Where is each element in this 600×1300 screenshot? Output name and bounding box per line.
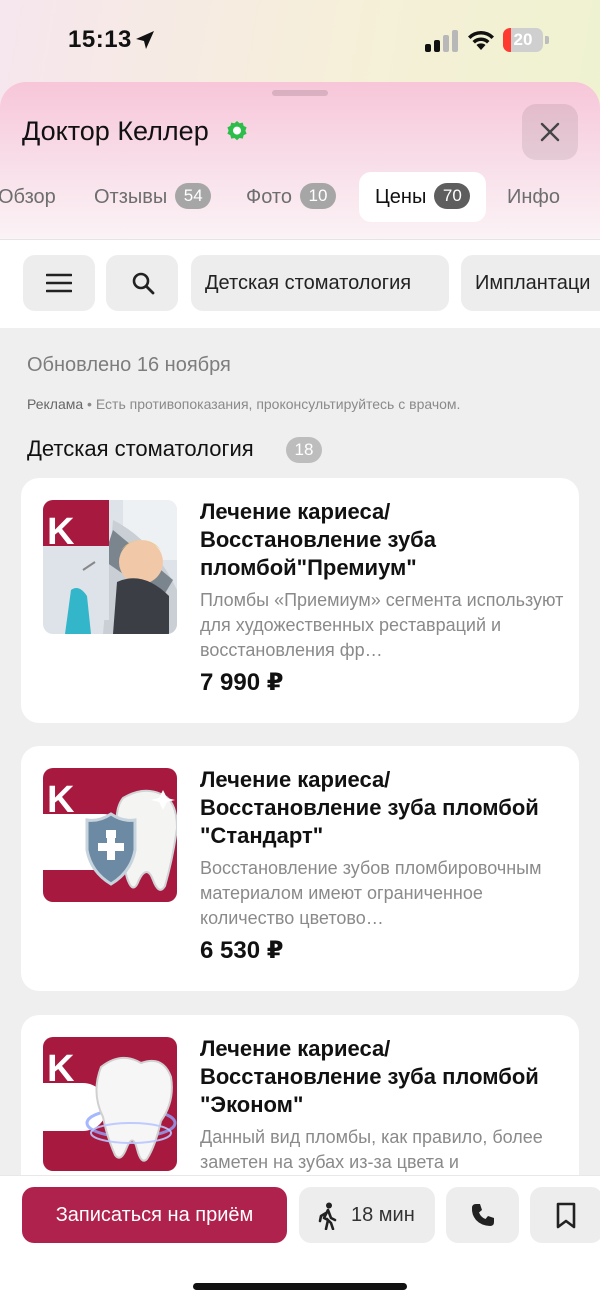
battery-level: 20 [513, 30, 533, 49]
cellular-signal-icon [425, 30, 458, 52]
ad-disclaimer-text: • Есть противопоказания, проконсультируй… [83, 396, 461, 412]
brand-logo-letter: K [47, 511, 75, 553]
search-icon [132, 272, 155, 295]
price-item-card[interactable]: K Лечение кариеса/ Восстановление зуба п… [21, 746, 579, 991]
hamburger-menu-icon [46, 273, 72, 293]
section-count-badge: 18 [286, 437, 322, 463]
verified-badge-icon [227, 121, 247, 141]
service-image: K [43, 768, 177, 902]
tab-photos[interactable]: Фото 10 [246, 172, 336, 222]
phone-icon [471, 1204, 494, 1226]
filter-chip-label: Детская стоматология [205, 272, 412, 294]
brand-logo-letter: K [47, 1048, 75, 1090]
service-title: Лечение кариеса/ Восстановление зуба пло… [200, 767, 539, 848]
home-indicator [193, 1283, 407, 1290]
service-image: K [43, 1037, 177, 1171]
tab-label: Инфо [507, 186, 560, 208]
tab-info[interactable]: Инфо [507, 172, 560, 222]
close-button[interactable] [522, 104, 578, 160]
service-image: K [43, 500, 177, 634]
tab-label: Отзывы [94, 186, 168, 208]
service-price: 6 530 ₽ [200, 937, 284, 964]
place-sheet-header: Доктор Келлер Обзор Отзывы 54 Фото 10 Цены… [0, 82, 600, 240]
service-price: 7 990 ₽ [200, 669, 284, 696]
battery-indicator: 20 [503, 28, 549, 52]
brand-logo-letter: K [47, 779, 75, 821]
bookmark-button[interactable] [530, 1187, 600, 1243]
location-arrow-icon [136, 31, 154, 49]
route-button[interactable]: 18 мин [299, 1187, 435, 1243]
updated-date: Обновлено 16 ноября [27, 354, 231, 376]
tab-prices[interactable]: Цены 70 [359, 172, 487, 222]
filter-chip-implantation[interactable]: Имплантаци [461, 255, 600, 311]
tab-label: Фото [246, 186, 292, 208]
route-time: 18 мин [351, 1204, 415, 1226]
search-button[interactable] [106, 255, 178, 311]
book-appointment-button[interactable]: Записаться на приём [22, 1187, 287, 1243]
service-title: Лечение кариеса/ Восстановление зуба пло… [200, 1036, 539, 1117]
ad-label: Реклама [27, 396, 84, 412]
tab-label: Цены [375, 186, 427, 208]
filter-chip-pediatric-dentistry[interactable]: Детская стоматология [191, 255, 449, 311]
price-filter-bar: Детская стоматология Имплантаци [0, 240, 600, 328]
tab-count-badge: 54 [175, 182, 212, 209]
tab-overview[interactable]: Обзор [0, 172, 56, 222]
bottom-action-bar: Записаться на приём 18 мин [0, 1175, 600, 1300]
status-bar: 15:13 20 [0, 0, 600, 82]
tab-reviews[interactable]: Отзывы 54 [94, 172, 212, 222]
service-description: Пломбы «Приемиум» сегмента используют дл… [200, 590, 564, 660]
ad-disclaimer: Реклама • Есть противопоказания, проконс… [27, 396, 460, 412]
section-title: Детская стоматология [27, 436, 254, 461]
call-button[interactable] [446, 1187, 519, 1243]
price-item-card[interactable]: K Лечение кариеса/ Восстановление зуба п… [21, 478, 579, 723]
close-icon [540, 122, 560, 142]
service-description: Восстановление зубов пломбировочным мате… [200, 858, 542, 928]
service-description: Данный вид пломбы, как правило, более за… [200, 1127, 543, 1172]
service-title: Лечение кариеса/ Восстановление зуба пло… [200, 499, 437, 580]
sheet-grabber[interactable] [272, 90, 328, 96]
clinic-title: Доктор Келлер [22, 116, 209, 146]
tab-count-badge: 10 [299, 182, 336, 209]
bookmark-icon [556, 1202, 576, 1229]
wifi-icon [468, 30, 494, 50]
walking-person-icon [318, 1202, 337, 1230]
menu-button[interactable] [23, 255, 95, 311]
filter-chip-label: Имплантаци [475, 272, 591, 294]
tab-count-badge: 70 [434, 182, 471, 209]
tab-label: Обзор [0, 186, 56, 208]
status-time: 15:13 [68, 26, 132, 53]
